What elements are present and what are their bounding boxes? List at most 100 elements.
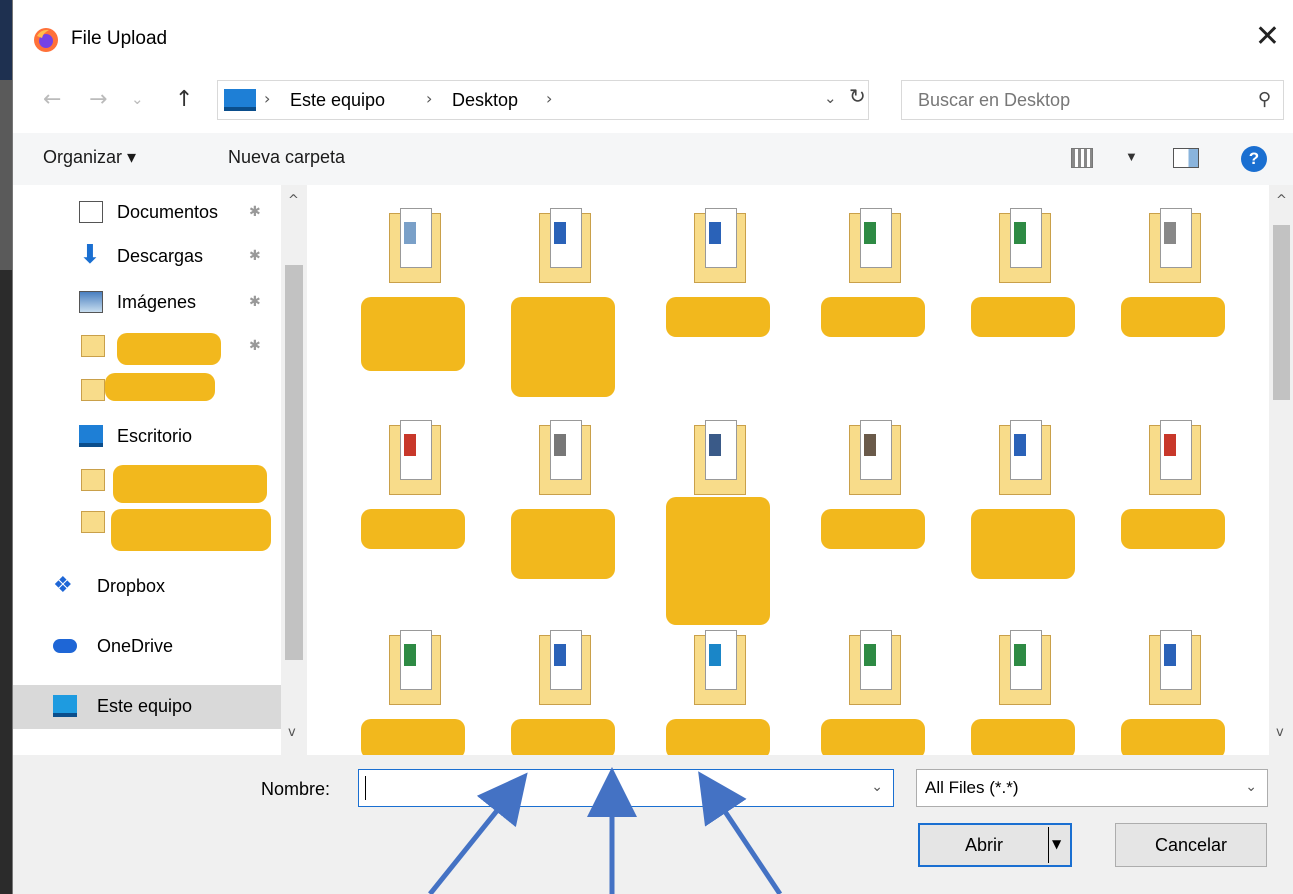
file-type-icon <box>404 644 416 666</box>
sidebar-item-dropbox[interactable]: ❖ Dropbox <box>13 567 281 607</box>
folder-icon <box>389 630 441 705</box>
file-tile[interactable] <box>1113 405 1233 605</box>
folder-icon <box>999 208 1051 283</box>
file-type-icon <box>864 434 876 456</box>
file-tile[interactable] <box>1113 615 1233 755</box>
file-tile[interactable] <box>503 405 623 605</box>
folder-icon <box>849 630 901 705</box>
close-icon[interactable]: ✕ <box>1255 22 1280 52</box>
navigation-row: ← → ⌄ ↑ › Este equipo › Desktop › ⌄ ↻ Bu… <box>13 78 1293 122</box>
open-button[interactable]: Abrir ▼ <box>918 823 1072 867</box>
up-icon[interactable]: ↑ <box>175 87 193 112</box>
file-type-dropdown-icon[interactable]: ⌄ <box>1245 779 1257 795</box>
sidebar-item-descargas[interactable]: ⬇ Descargas ✱ <box>13 237 281 277</box>
file-tile[interactable]: c <box>658 405 778 625</box>
change-view-icon[interactable] <box>1071 148 1093 168</box>
sidebar-item-documentos[interactable]: Documentos ✱ <box>13 193 281 233</box>
organize-menu-button[interactable]: Organizar ▾ <box>43 147 136 168</box>
file-tile[interactable] <box>963 615 1083 755</box>
file-type-icon <box>404 222 416 244</box>
file-type-icon <box>864 222 876 244</box>
file-type-select[interactable]: All Files (*.*) ⌄ <box>916 769 1268 807</box>
preview-pane-icon[interactable] <box>1173 148 1199 168</box>
file-tile[interactable] <box>963 405 1083 605</box>
folder-icon <box>389 420 441 495</box>
file-type-icon <box>554 644 566 666</box>
scroll-up-icon[interactable]: ^ <box>1276 193 1287 208</box>
breadcrumb-desktop[interactable]: Desktop <box>452 90 518 111</box>
sidebar-item-este-equipo[interactable]: Este equipo <box>13 685 281 729</box>
cancel-button[interactable]: Cancelar <box>1115 823 1267 867</box>
scrollbar-thumb[interactable] <box>285 265 303 660</box>
recent-locations-icon[interactable]: ⌄ <box>131 90 144 108</box>
file-type-icon <box>1164 222 1176 244</box>
search-placeholder: Buscar en Desktop <box>918 90 1071 110</box>
file-tile[interactable] <box>353 405 473 605</box>
folder-icon <box>539 420 591 495</box>
breadcrumb-este-equipo[interactable]: Este equipo <box>290 90 385 111</box>
scroll-up-icon[interactable]: ^ <box>288 193 299 208</box>
new-folder-button[interactable]: Nueva carpeta <box>228 147 345 168</box>
breadcrumb-separator[interactable]: › <box>546 89 552 108</box>
file-name-dropdown-icon[interactable]: ⌄ <box>871 779 883 795</box>
back-icon[interactable]: ← <box>43 87 61 112</box>
redaction-mark <box>666 719 770 755</box>
address-bar[interactable]: › Este equipo › Desktop › ⌄ <box>217 80 869 120</box>
file-list-view: Co... e c <box>313 185 1269 755</box>
background-window-panel <box>0 80 12 270</box>
file-tile[interactable] <box>813 193 933 393</box>
file-tile[interactable] <box>658 615 778 755</box>
file-tile[interactable] <box>353 615 473 755</box>
file-tile[interactable] <box>353 193 473 393</box>
computer-icon <box>53 695 77 717</box>
redaction-mark <box>1121 297 1225 337</box>
scroll-down-icon[interactable]: v <box>288 725 296 740</box>
file-tile[interactable]: Co... e <box>503 193 623 397</box>
file-name-input[interactable]: ⌄ <box>358 769 894 807</box>
view-options-dropdown-icon[interactable]: ▼ <box>1125 149 1138 164</box>
sidebar-item-escritorio[interactable]: Escritorio <box>13 417 281 457</box>
redaction-mark <box>111 509 271 551</box>
file-list-scrollbar[interactable]: ^ v <box>1269 185 1293 755</box>
forward-icon[interactable]: → <box>89 87 107 112</box>
folder-icon <box>694 208 746 283</box>
address-dropdown-icon[interactable]: ⌄ <box>824 89 837 107</box>
file-tile[interactable] <box>963 193 1083 393</box>
sidebar-item-label: OneDrive <box>97 636 174 656</box>
refresh-icon[interactable]: ↻ <box>849 84 866 108</box>
search-icon[interactable]: ⚲ <box>1258 89 1271 110</box>
redaction-mark <box>511 297 615 397</box>
file-tile[interactable] <box>813 615 933 755</box>
file-type-icon <box>404 434 416 456</box>
folder-icon <box>849 420 901 495</box>
file-type-icon <box>1014 644 1026 666</box>
file-tile[interactable] <box>503 615 623 755</box>
redaction-mark <box>113 465 267 503</box>
redaction-mark <box>1121 719 1225 755</box>
file-tile[interactable] <box>1113 193 1233 393</box>
sidebar-item-label: Documentos <box>117 202 219 222</box>
pin-icon: ✱ <box>249 247 261 263</box>
file-tile[interactable] <box>813 405 933 605</box>
sidebar-item-label: Imágenes <box>117 292 197 312</box>
sidebar-item-onedrive[interactable]: OneDrive <box>13 627 281 667</box>
firefox-icon <box>34 28 58 52</box>
redaction-mark <box>821 509 925 549</box>
file-type-icon <box>554 434 566 456</box>
background-window-header <box>0 0 12 80</box>
redaction-mark <box>666 497 770 625</box>
scroll-down-icon[interactable]: v <box>1276 725 1284 740</box>
redaction-mark <box>1121 509 1225 549</box>
navigation-pane-scrollbar[interactable]: ^ v <box>281 185 307 755</box>
scrollbar-thumb[interactable] <box>1273 225 1290 400</box>
file-tile[interactable] <box>658 193 778 393</box>
search-input[interactable]: Buscar en Desktop ⚲ <box>901 80 1284 120</box>
redaction-mark <box>511 509 615 579</box>
help-icon[interactable]: ? <box>1241 146 1267 172</box>
split-dropdown-icon: ▼ <box>1052 837 1062 851</box>
folder-icon <box>81 469 105 491</box>
sidebar-item-imagenes[interactable]: Imágenes ✱ <box>13 283 281 323</box>
redaction-mark <box>666 297 770 337</box>
file-type-icon <box>1164 644 1176 666</box>
open-options-split-button[interactable]: ▼ <box>1048 827 1068 863</box>
